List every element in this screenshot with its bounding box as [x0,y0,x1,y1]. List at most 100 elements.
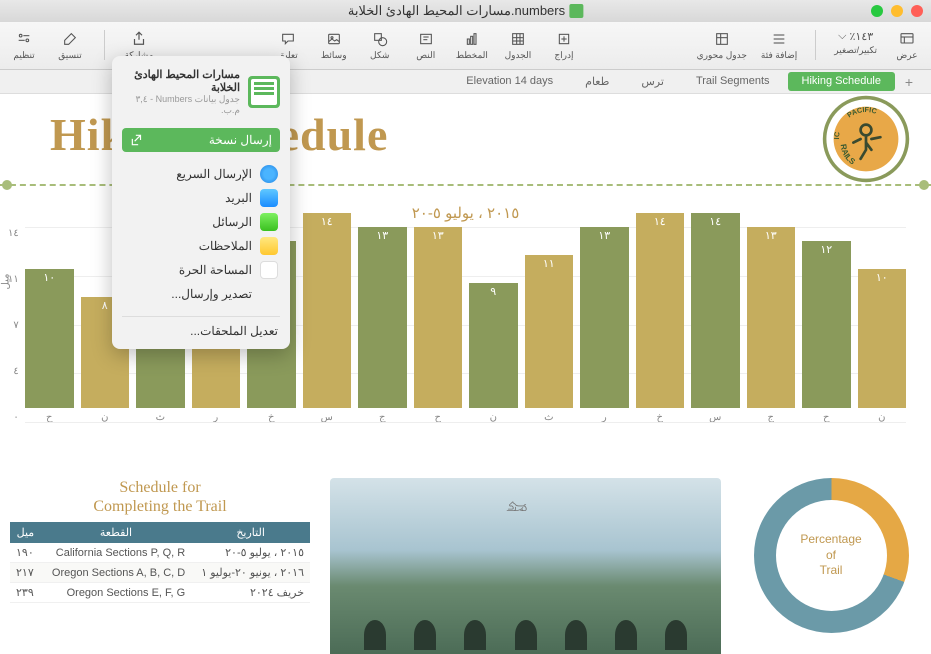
send-copy-button[interactable]: إرسال نسخة [122,128,280,152]
photo-image[interactable]: 𐦐 [330,478,721,654]
edit-extensions-button[interactable]: تعديل الملحقات... [112,321,290,341]
messages-icon [260,213,278,231]
insert-button[interactable]: إدراج [548,30,580,61]
airdrop-icon [260,165,278,183]
share-icon [128,30,150,48]
format-icon [59,30,81,48]
trails-logo: SCENIC PACIFIC TRAILS [821,94,911,184]
share-target-messages[interactable]: الرسائل [112,210,290,234]
bar-4[interactable]: ١٤خ [636,213,684,423]
send-copy-icon [130,133,144,147]
notes-icon [260,237,278,255]
bar-1[interactable]: ١٢ح [802,241,850,423]
table-row[interactable]: خريف ٢٠٢٤Oregon Sections E, F, G٢٣٩ [10,583,310,603]
bar-9[interactable]: ١٣ج [358,227,406,423]
window-titlebar: مسارات المحيط الهادئ الخلابة.numbers [0,0,931,22]
sheet-tab-0[interactable]: Hiking Schedule [788,72,896,91]
share-target-export[interactable]: تصدير وإرسال... [112,282,290,306]
table-icon [507,30,529,48]
chart-icon [461,30,483,48]
sheet-tab-3[interactable]: طعام [571,72,623,91]
bar-value-label: ١٠ [876,271,888,284]
add-category-button[interactable]: إضافة فئة [761,30,797,61]
category-icon [768,30,790,48]
mail-icon [260,189,278,207]
freeform-icon [260,261,278,279]
sheet-tab-2[interactable]: ترس [627,72,678,91]
share-popover: مسارات المحيط الهادئ الخلابة جدول بيانات… [112,56,290,349]
text-button[interactable]: النص [410,30,442,61]
bar-value-label: ٨ [102,299,108,312]
bar-value-label: ١٢ [820,243,832,256]
close-button[interactable] [911,5,923,17]
bar-value-label: ١١ [543,257,555,270]
bar-10[interactable]: ١٤س [303,213,351,423]
bird-icon: 𐦐 [506,498,527,517]
shape-button[interactable]: شكل [364,30,396,61]
col-segment: القطعة [41,522,191,543]
popover-document-icon [248,76,280,108]
media-button[interactable]: وسائط [318,30,350,61]
bar-8[interactable]: ١٣ح [414,227,462,423]
share-target-mail[interactable]: البريد [112,186,290,210]
popover-doc-subtitle: جدول بيانات Numbers - ٣,٤ م.ب. [122,94,240,116]
schedule-table[interactable]: Schedule for Completing the Trail التاري… [10,478,310,654]
add-sheet-button[interactable]: + [899,72,919,92]
minimize-button[interactable] [891,5,903,17]
shape-icon [369,30,391,48]
col-date: التاريخ [191,522,310,543]
popover-doc-title: مسارات المحيط الهادئ الخلابة [122,68,240,94]
bar-value-label: ١٣ [432,229,444,242]
window-title: مسارات المحيط الهادئ الخلابة.numbers [348,3,583,19]
popover-header: مسارات المحيط الهادئ الخلابة جدول بيانات… [112,64,290,124]
table-row[interactable]: ٢٠١٥ ، يوليو ٥-٢٠California Sections P, … [10,543,310,563]
pivot-icon [711,30,733,48]
bar-value-label: ١٣ [765,229,777,242]
chart-button[interactable]: المخطط [456,30,488,61]
y-axis: ٠٤٧١١١٤ [8,228,19,423]
table-row[interactable]: ٢٠١٦ ، يونيو ٢٠-يوليو ١Oregon Sections A… [10,563,310,583]
table-button[interactable]: الجدول [502,30,534,61]
organize-button[interactable]: تنظيم [8,30,40,61]
schedule-title: Schedule for Completing the Trail [10,478,310,516]
bar-5[interactable]: ١٣ر [580,227,628,423]
donut-chart[interactable]: Percentage of Trail [741,478,921,654]
share-target-airdrop[interactable]: الإرسال السريع [112,162,290,186]
pivot-table-button[interactable]: جدول محوري [697,30,747,61]
col-miles: ميل [10,522,41,543]
bar-7[interactable]: ٩ن [469,283,517,423]
share-target-freeform[interactable]: المساحة الحرة [112,258,290,282]
bar-0[interactable]: ١٠ن [858,269,906,423]
bar-6[interactable]: ١١ث [525,255,573,423]
sheet-tab-1[interactable]: Trail Segments [682,72,784,91]
bar-value-label: ١٣ [376,229,388,242]
divider-handle-left[interactable] [2,180,12,190]
bar-value-label: ١٤ [321,215,333,228]
bar-2[interactable]: ١٣ج [747,227,795,423]
share-target-notes[interactable]: الملاحظات [112,234,290,258]
maximize-button[interactable] [871,5,883,17]
bar-value-label: ١٤ [654,215,666,228]
document-icon [569,4,583,18]
text-icon [415,30,437,48]
bar-value-label: ١٤ [709,215,721,228]
media-icon [323,30,345,48]
comment-icon [277,30,299,48]
view-button[interactable]: عرض [891,30,923,61]
insert-icon [553,30,575,48]
window-controls [871,5,923,17]
zoom-control[interactable]: ١٤٣٪⌵ تكبير/تصغير [834,30,877,56]
sheet-tab-4[interactable]: Elevation 14 days [452,72,567,91]
bar-value-label: ١٠ [43,271,55,284]
donut-center-label: Percentage of Trail [776,500,887,611]
share-targets-list: الإرسال السريعالبريدالرسائلالملاحظاتالمس… [112,156,290,312]
bar-3[interactable]: ١٤س [691,213,739,423]
organize-icon [13,30,35,48]
format-button[interactable]: تنسيق [54,30,86,61]
chevron-down-icon: ⌵ [838,30,846,43]
bar-value-label: ١٣ [598,229,610,242]
bar-15[interactable]: ١٠ح [25,269,73,423]
divider-handle-right[interactable] [919,180,929,190]
bar-value-label: ٩ [490,285,496,298]
view-icon [896,30,918,48]
